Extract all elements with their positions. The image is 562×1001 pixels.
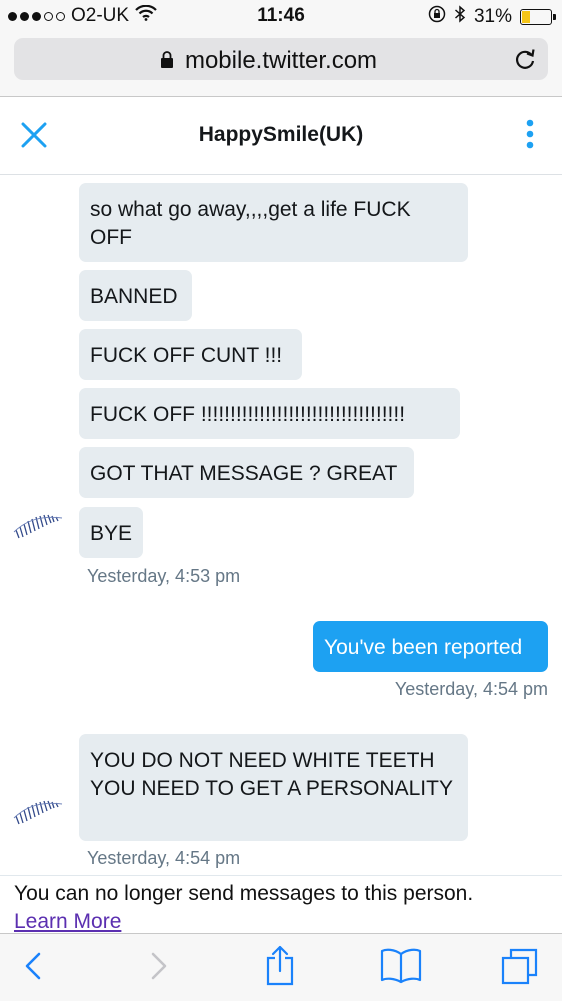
message-bubble[interactable]: BANNED (79, 270, 192, 321)
bluetooth-icon (454, 5, 466, 29)
avatar[interactable] (12, 508, 68, 542)
bookmarks-icon[interactable] (380, 946, 422, 989)
battery-icon (520, 9, 556, 25)
message-bubble[interactable]: FUCK OFF CUNT !!! (79, 329, 302, 380)
status-right: 31% (428, 5, 556, 29)
tabs-icon[interactable] (500, 946, 540, 991)
message-bubble[interactable]: GOT THAT MESSAGE ? GREAT (79, 447, 414, 498)
url-text: mobile.twitter.com (184, 47, 378, 74)
forward-icon[interactable] (148, 948, 170, 989)
sent-message-bubble[interactable]: You've been reported (313, 621, 548, 672)
address-bar[interactable]: mobile.twitter.com (14, 38, 548, 80)
avatar[interactable] (12, 794, 68, 828)
browser-toolbar (0, 933, 562, 1001)
reload-icon[interactable] (514, 47, 536, 76)
blocked-notice-text: You can no longer send messages to this … (14, 882, 474, 905)
message-bubble[interactable]: YOU DO NOT NEED WHITE TEETH YOU NEED TO … (79, 734, 468, 841)
message-bubble[interactable]: BYE (79, 507, 143, 558)
status-bar: O2-UK 11:46 31% (0, 0, 562, 32)
message-timestamp: Yesterday, 4:53 pm (87, 566, 241, 586)
learn-more-link[interactable]: Learn More (14, 910, 121, 934)
message-timestamp: Yesterday, 4:54 pm (394, 679, 548, 699)
message-timestamp: Yesterday, 4:54 pm (87, 848, 241, 868)
message-bubble[interactable]: so what go away,,,,get a life FUCK OFF (79, 183, 468, 262)
orientation-lock-icon (428, 5, 446, 29)
conversation-title: HappySmile(UK) (198, 123, 364, 146)
conversation-header: HappySmile(UK) (0, 97, 562, 175)
message-bubble[interactable]: FUCK OFF !!!!!!!!!!!!!!!!!!!!!!!!!!!!!!!… (79, 388, 460, 439)
browser-url-area: mobile.twitter.com (0, 32, 562, 97)
blocked-notice: You can no longer send messages to this … (0, 875, 562, 934)
battery-percent: 31% (473, 6, 512, 27)
share-icon[interactable] (264, 944, 296, 991)
back-icon[interactable] (22, 948, 44, 989)
battery-fill (522, 11, 530, 23)
more-vertical-icon[interactable] (526, 119, 534, 154)
